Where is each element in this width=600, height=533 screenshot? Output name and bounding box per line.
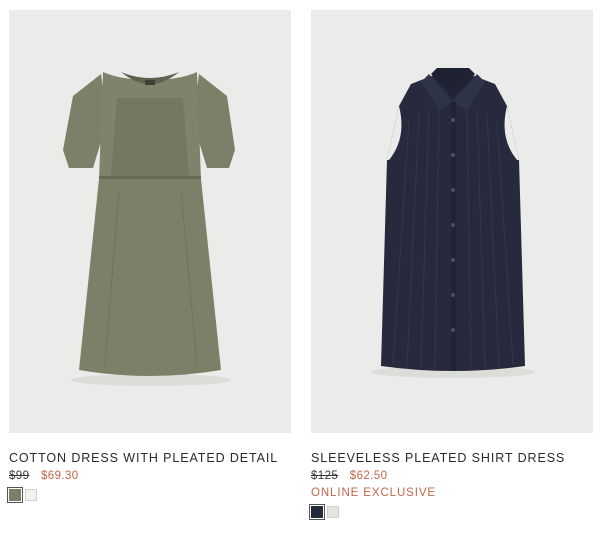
product-card[interactable]: COTTON DRESS WITH PLEATED DETAIL $99 $69… <box>7 10 291 503</box>
swatch-khaki[interactable] <box>7 487 23 503</box>
navy-dress-image <box>311 10 593 433</box>
color-swatches <box>309 504 593 520</box>
swatch-white[interactable] <box>25 489 37 501</box>
swatch-navy[interactable] <box>309 504 325 520</box>
original-price: $99 <box>9 470 30 482</box>
color-swatches <box>7 487 291 503</box>
sale-price: $62.50 <box>349 470 388 482</box>
product-name[interactable]: SLEEVELESS PLEATED SHIRT DRESS <box>311 451 593 465</box>
online-exclusive-badge: ONLINE EXCLUSIVE <box>311 487 436 499</box>
swatch-grey[interactable] <box>327 506 339 518</box>
product-name[interactable]: COTTON DRESS WITH PLEATED DETAIL <box>9 451 291 465</box>
product-price: $99 $69.30 <box>9 470 291 482</box>
khaki-dress-image <box>9 10 291 433</box>
product-image[interactable] <box>9 10 291 433</box>
product-image[interactable] <box>311 10 593 433</box>
sale-price: $69.30 <box>41 470 79 482</box>
original-price: $125 <box>311 470 339 482</box>
product-card[interactable]: SLEEVELESS PLEATED SHIRT DRESS $125 $62.… <box>309 10 593 520</box>
product-price: $125 $62.50 <box>311 470 593 482</box>
